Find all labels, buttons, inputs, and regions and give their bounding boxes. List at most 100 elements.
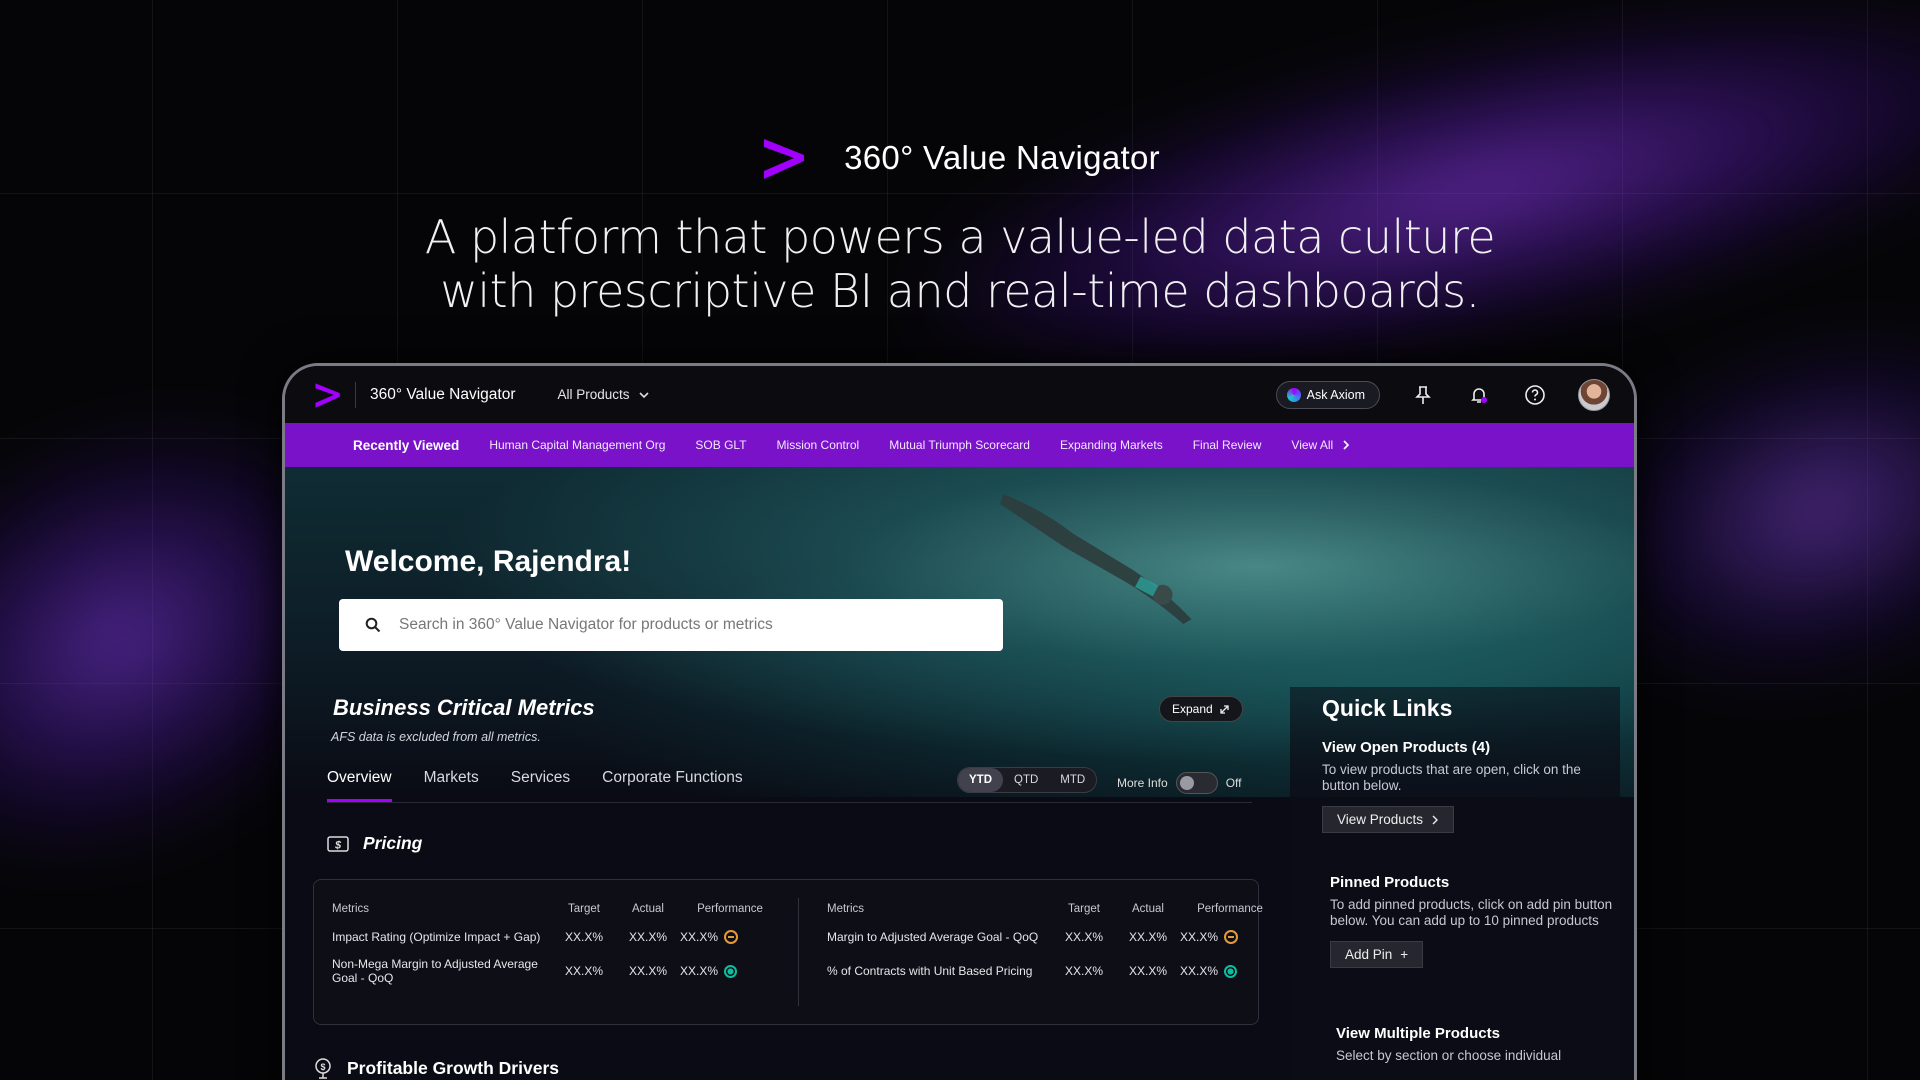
notification-bell-icon[interactable] xyxy=(1466,382,1492,408)
table-row[interactable]: Impact Rating (Optimize Impact + Gap) XX… xyxy=(332,920,780,954)
performance-value: XX.X% xyxy=(1180,964,1219,978)
header-metrics: Metrics xyxy=(332,903,370,915)
ask-axiom-label: Ask Axiom xyxy=(1306,387,1365,402)
section-subtitle: AFS data is excluded from all metrics. xyxy=(331,730,541,744)
view-products-label: View Products xyxy=(1337,812,1424,827)
period-qtd[interactable]: QTD xyxy=(1003,768,1049,792)
add-pin-button[interactable]: Add Pin + xyxy=(1330,941,1424,968)
tab-corporate-functions[interactable]: Corporate Functions xyxy=(602,769,742,802)
top-navigation-bar: 360° Value Navigator All Products Ask Ax… xyxy=(285,366,1634,423)
chevron-right-icon xyxy=(1343,440,1350,450)
metrics-table-right: Metrics Target Actual Performance Margin… xyxy=(799,898,1280,1006)
main-content: Welcome, Rajendra! Search in 360° Value … xyxy=(285,467,1634,1080)
performance-value: XX.X% xyxy=(680,964,719,978)
svg-text:$: $ xyxy=(320,1062,325,1072)
open-products-section: View Open Products (4) To view products … xyxy=(1322,739,1622,833)
metric-name: Impact Rating (Optimize Impact + Gap) xyxy=(332,930,541,944)
more-info-control: More Info Off xyxy=(1117,772,1242,794)
recent-item[interactable]: Mission Control xyxy=(777,438,860,452)
table-header: Metrics Target Actual Performance xyxy=(827,898,1280,920)
metric-performance: XX.X% xyxy=(1180,964,1280,978)
app-logo-icon[interactable] xyxy=(313,381,341,409)
status-amber-icon xyxy=(724,930,739,944)
metric-target: XX.X% xyxy=(1064,930,1103,944)
pinned-products-title: Pinned Products xyxy=(1330,874,1450,891)
status-amber-icon xyxy=(1224,930,1239,944)
recent-item[interactable]: Expanding Markets xyxy=(1060,438,1163,452)
metric-performance: XX.X% xyxy=(1180,930,1280,944)
pricing-title: Pricing xyxy=(363,833,423,853)
welcome-heading: Welcome, Rajendra! xyxy=(345,545,632,578)
hero-brand-name: 360° Value Navigator xyxy=(844,139,1160,176)
tab-markets[interactable]: Markets xyxy=(424,769,479,802)
tagline-line: with prescriptive BI and real-time dashb… xyxy=(440,264,1480,318)
metric-performance: XX.X% xyxy=(680,930,780,944)
recent-item[interactable]: Mutual Triumph Scorecard xyxy=(889,438,1030,452)
chevron-down-icon xyxy=(638,391,649,398)
header-actual: Actual xyxy=(1132,903,1164,915)
ask-axiom-button[interactable]: Ask Axiom xyxy=(1275,380,1380,409)
metric-performance: XX.X% xyxy=(680,964,780,978)
all-products-dropdown[interactable]: All Products xyxy=(558,387,650,402)
all-products-label: All Products xyxy=(557,387,630,402)
topbar-actions: Ask Axiom xyxy=(1275,378,1610,411)
table-row[interactable]: % of Contracts with Unit Based Pricing X… xyxy=(827,954,1280,988)
section-title: Business Critical Metrics xyxy=(333,695,595,720)
expand-button[interactable]: Expand xyxy=(1159,696,1243,722)
multiple-products-desc: Select by section or choose individual xyxy=(1336,1048,1562,1063)
period-selector: YTD QTD MTD xyxy=(957,767,1098,793)
axiom-icon xyxy=(1286,387,1301,402)
multiple-products-section: View Multiple Products Select by section… xyxy=(1336,1025,1634,1076)
header-target: Target xyxy=(568,903,600,915)
performance-value: XX.X% xyxy=(1180,930,1219,944)
period-ytd[interactable]: YTD xyxy=(958,768,1003,792)
more-info-label: More Info xyxy=(1117,776,1168,790)
tagline-line: A platform that powers a value-led data … xyxy=(424,210,1496,264)
pricing-metrics-card: Metrics Target Actual Performance Impact… xyxy=(313,879,1263,1025)
more-info-toggle[interactable] xyxy=(1175,772,1218,794)
toggle-state-label: Off xyxy=(1225,776,1242,790)
user-avatar[interactable] xyxy=(1578,378,1610,411)
table-row[interactable]: Margin to Adjusted Average Goal - QoQ XX… xyxy=(827,920,1280,954)
recent-item[interactable]: SOB GLT xyxy=(695,438,746,452)
dollar-icon: $ xyxy=(327,835,349,852)
recent-item[interactable]: Human Capital Management Org xyxy=(489,438,665,452)
header-actual: Actual xyxy=(632,903,664,915)
add-pin-label: Add Pin xyxy=(1345,947,1393,962)
view-all-link[interactable]: View All xyxy=(1291,438,1351,452)
recently-viewed-bar: Recently Viewed Human Capital Management… xyxy=(285,423,1634,467)
metric-actual: XX.X% xyxy=(628,964,667,978)
brand-logo-icon xyxy=(764,139,805,179)
view-products-button[interactable]: View Products xyxy=(1322,806,1455,833)
pin-icon[interactable] xyxy=(1410,382,1436,408)
tab-services[interactable]: Services xyxy=(511,769,570,802)
period-mtd[interactable]: MTD xyxy=(1049,768,1096,792)
quick-links-title: Quick Links xyxy=(1322,695,1453,721)
svg-text:$: $ xyxy=(334,839,342,851)
expand-label: Expand xyxy=(1172,702,1213,716)
open-products-title: View Open Products (4) xyxy=(1322,739,1491,756)
pinned-products-desc: To add pinned products, click on add pin… xyxy=(1330,897,1613,928)
growth-drivers-heading: $ Profitable Growth Drivers xyxy=(313,1057,559,1079)
view-all-label: View All xyxy=(1291,438,1334,452)
help-icon[interactable] xyxy=(1522,382,1548,408)
chevron-right-icon xyxy=(1432,815,1439,824)
search-input[interactable]: Search in 360° Value Navigator for produ… xyxy=(339,599,1003,651)
metric-actual: XX.X% xyxy=(628,930,667,944)
header-performance: Performance xyxy=(697,903,763,915)
metric-target: XX.X% xyxy=(1064,964,1103,978)
table-row[interactable]: Non-Mega Margin to Adjusted Average Goal… xyxy=(332,954,780,988)
metric-actual: XX.X% xyxy=(1128,964,1167,978)
metric-actual: XX.X% xyxy=(1128,930,1167,944)
metric-target: XX.X% xyxy=(564,930,603,944)
metrics-table-left: Metrics Target Actual Performance Impact… xyxy=(332,898,799,1006)
tab-overview[interactable]: Overview xyxy=(327,769,392,802)
search-icon xyxy=(365,617,381,633)
hero-brand: 360° Value Navigator xyxy=(0,135,1920,181)
metric-name: Non-Mega Margin to Adjusted Average Goal… xyxy=(332,957,538,985)
pricing-heading: $ Pricing xyxy=(327,833,422,854)
multiple-products-title: View Multiple Products xyxy=(1336,1025,1500,1042)
hero-tagline: A platform that powers a value-led data … xyxy=(0,210,1920,318)
header-performance: Performance xyxy=(1197,903,1263,915)
recent-item[interactable]: Final Review xyxy=(1193,438,1262,452)
